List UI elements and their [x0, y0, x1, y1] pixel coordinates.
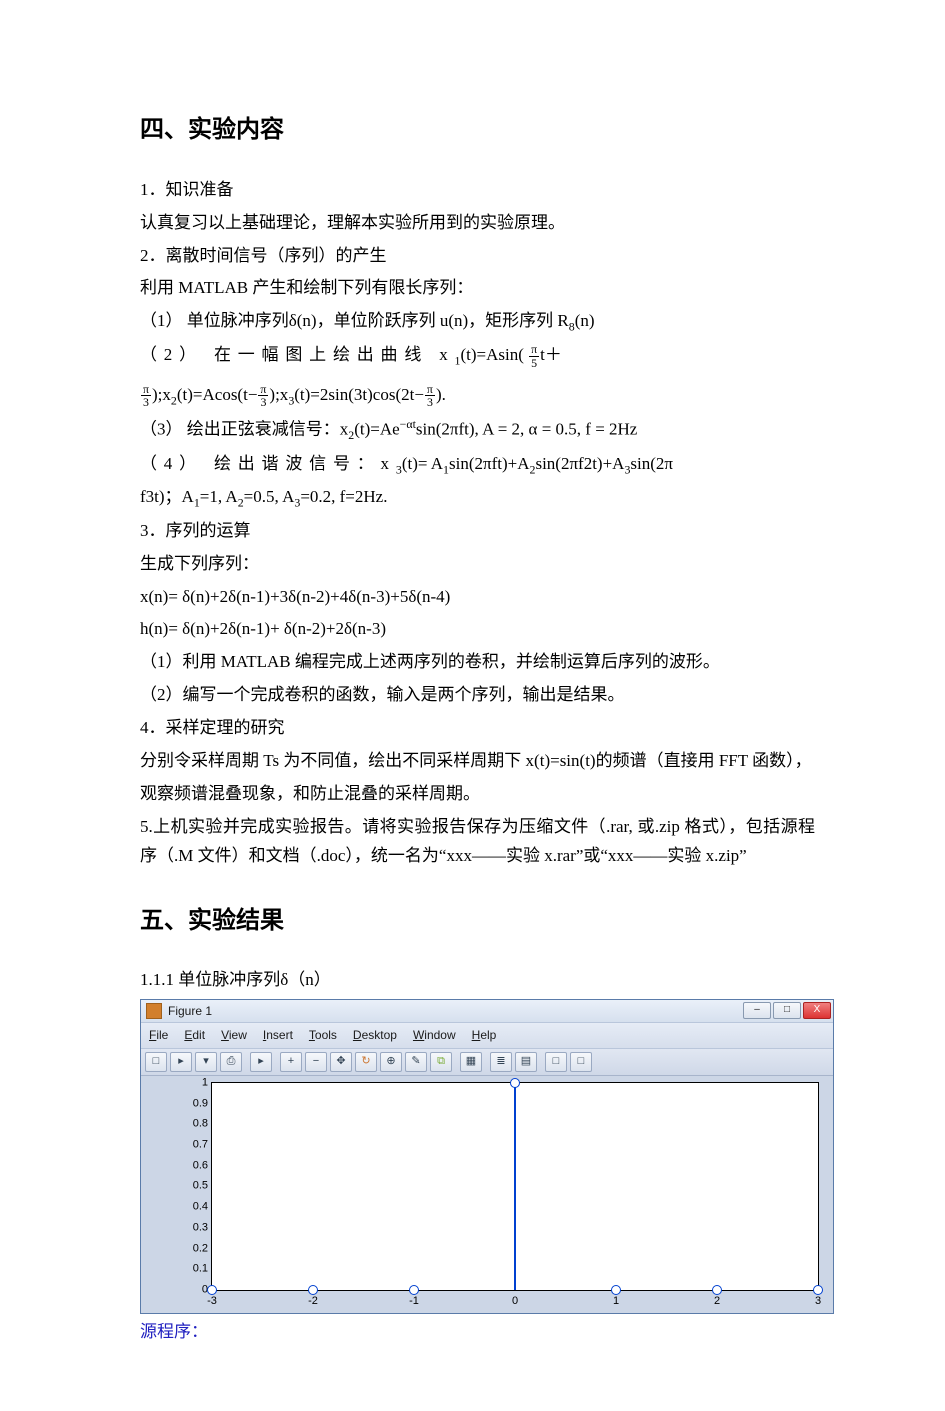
x-tick-label: 0	[512, 1290, 518, 1311]
y-tick-label: 0.3	[193, 1218, 212, 1237]
separator	[540, 1052, 542, 1070]
item-4-cont: f3t)；A1=1, A2=0.5, A3=0.2, f=2Hz.	[140, 483, 815, 513]
minimize-button[interactable]: –	[743, 1002, 771, 1019]
zoom-out-icon[interactable]: −	[305, 1052, 327, 1072]
stem-marker	[308, 1285, 318, 1295]
text: 1．知识准备	[140, 176, 815, 205]
item-6: （2）编写一个完成卷积的函数，输入是两个序列，输出是结果。	[140, 681, 815, 710]
y-tick-label: 0.7	[193, 1135, 212, 1154]
stem-marker	[611, 1285, 621, 1295]
item-1: （1） 单位脉冲序列δ(n)，单位阶跃序列 u(n)，矩形序列 R8(n)	[140, 307, 815, 337]
text: h(n)= δ(n)+2δ(n-1)+ δ(n-2)+2δ(n-3)	[140, 615, 815, 644]
item-4: （4） 绘出谐波信号：x3(t)= A1sin(2πft)+A2sin(2πf2…	[140, 450, 815, 480]
section5-heading: 五、实验结果	[140, 901, 815, 942]
zoom-in-icon[interactable]: +	[280, 1052, 302, 1072]
text: 利用 MATLAB 产生和绘制下列有限长序列：	[140, 274, 815, 303]
text: 生成下列序列：	[140, 550, 815, 579]
save-icon[interactable]: ▾	[195, 1052, 217, 1072]
menu-insert[interactable]: Insert	[263, 1025, 293, 1045]
source-label: 源程序：	[140, 1318, 815, 1347]
separator	[455, 1052, 457, 1070]
menu-tools[interactable]: Tools	[309, 1025, 337, 1045]
item-2-cont: π3);x2(t)=Acos(t−π3);x3(t)=2sin(3t)cos(2…	[140, 381, 815, 411]
text: 3．序列的运算	[140, 517, 815, 546]
brush-icon[interactable]: ✎	[405, 1052, 427, 1072]
grid-icon[interactable]: ▤	[515, 1052, 537, 1072]
text: x(n)= δ(n)+2δ(n-1)+3δ(n-2)+4δ(n-3)+5δ(n-…	[140, 583, 815, 612]
toolbar: □ ▸ ▾ ⎙ ▸ + − ✥ ↻ ⊕ ✎ ⧉ ▦ ≣ ▤ □ □	[141, 1049, 833, 1076]
item-3: （3） 绘出正弦衰减信号：x2(t)=Ae−αtsin(2πft), A = 2…	[140, 414, 815, 445]
close-button[interactable]: X	[803, 1002, 831, 1019]
stem-marker	[712, 1285, 722, 1295]
plot-tools-icon[interactable]: □	[545, 1052, 567, 1072]
maximize-button[interactable]: □	[773, 1002, 801, 1019]
menu-edit[interactable]: Edit	[184, 1025, 205, 1045]
stem	[514, 1083, 516, 1290]
open-icon[interactable]: ▸	[170, 1052, 192, 1072]
print-icon[interactable]: ⎙	[220, 1052, 242, 1072]
rotate-icon[interactable]: ↻	[355, 1052, 377, 1072]
stem-marker	[510, 1078, 520, 1088]
menu-desktop[interactable]: Desktop	[353, 1025, 397, 1045]
text: 2．离散时间信号（序列）的产生	[140, 242, 815, 271]
text: 认真复习以上基础理论，理解本实验所用到的实验原理。	[140, 209, 815, 238]
y-tick-label: 0.4	[193, 1198, 212, 1217]
link-icon[interactable]: ⧉	[430, 1052, 452, 1072]
menu-bar: File Edit View Insert Tools Desktop Wind…	[141, 1023, 833, 1048]
window-title: Figure 1	[168, 1001, 212, 1021]
colorbar-icon[interactable]: ▦	[460, 1052, 482, 1072]
data-cursor-icon[interactable]: ⊕	[380, 1052, 402, 1072]
separator	[275, 1052, 277, 1070]
window-titlebar[interactable]: Figure 1 – □ X	[141, 1000, 833, 1023]
text: 1.1.1 单位脉冲序列δ（n）	[140, 966, 815, 995]
y-tick-label: 0.5	[193, 1177, 212, 1196]
item-5: （1）利用 MATLAB 编程完成上述两序列的卷积，并绘制运算后序列的波形。	[140, 648, 815, 677]
stem-marker	[207, 1285, 217, 1295]
text: 5.上机实验并完成实验报告。请将实验报告保存为压缩文件（.rar, 或.zip …	[140, 813, 815, 871]
menu-view[interactable]: View	[221, 1025, 247, 1045]
y-tick-label: 0.2	[193, 1239, 212, 1258]
text: 4．采样定理的研究	[140, 714, 815, 743]
text: 观察频谱混叠现象，和防止混叠的采样周期。	[140, 780, 815, 809]
menu-window[interactable]: Window	[413, 1025, 456, 1045]
section4-heading: 四、实验内容	[140, 110, 815, 151]
y-tick-label: 0.1	[193, 1260, 212, 1279]
pan-icon[interactable]: ✥	[330, 1052, 352, 1072]
item-2: （2） 在一幅图上绘出曲线 x1(t)=Asin( π5t＋	[140, 341, 815, 371]
hide-tools-icon[interactable]: □	[570, 1052, 592, 1072]
menu-help[interactable]: Help	[472, 1025, 497, 1045]
y-tick-label: 1	[202, 1073, 212, 1092]
separator	[485, 1052, 487, 1070]
legend-icon[interactable]: ≣	[490, 1052, 512, 1072]
separator	[245, 1052, 247, 1070]
new-icon[interactable]: □	[145, 1052, 167, 1072]
stem-marker	[409, 1285, 419, 1295]
matlab-figure-window: Figure 1 – □ X File Edit View Insert Too…	[140, 999, 834, 1313]
stem-marker	[813, 1285, 823, 1295]
y-tick-label: 0.9	[193, 1094, 212, 1113]
y-tick-label: 0.8	[193, 1115, 212, 1134]
menu-file[interactable]: File	[149, 1025, 168, 1045]
y-tick-label: 0.6	[193, 1156, 212, 1175]
axes: 00.10.20.30.40.50.60.70.80.91-3-2-10123	[211, 1082, 819, 1291]
text: 分别令采样周期 Ts 为不同值，绘出不同采样周期下 x(t)=sin(t)的频谱…	[140, 747, 815, 776]
plot-area[interactable]: 00.10.20.30.40.50.60.70.80.91-3-2-10123	[141, 1076, 833, 1313]
arrow-icon[interactable]: ▸	[250, 1052, 272, 1072]
matlab-icon	[146, 1003, 162, 1019]
